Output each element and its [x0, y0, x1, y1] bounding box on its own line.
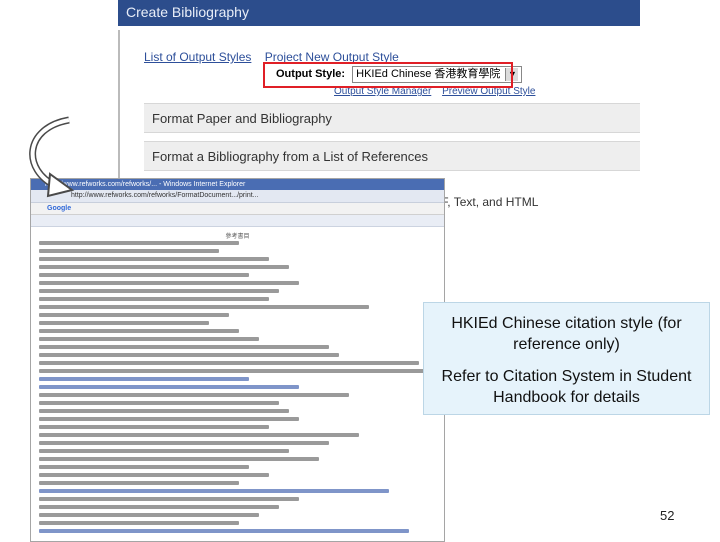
reference-line	[39, 425, 269, 429]
callout-line-4: Handbook for details	[493, 389, 640, 406]
reference-line	[39, 305, 369, 309]
reference-line	[39, 409, 289, 413]
reference-line	[39, 313, 229, 317]
reference-line	[39, 345, 329, 349]
ie-browser-screenshot: http://www.refworks.com/refworks/... - W…	[30, 178, 445, 542]
reference-line	[39, 401, 279, 405]
refworks-header: Create Bibliography	[118, 0, 640, 26]
bibliography-doc-title: 參考書目	[225, 234, 250, 240]
ie-tab-bar	[31, 215, 444, 227]
reference-line	[39, 241, 239, 245]
reference-line	[39, 361, 419, 365]
reference-line	[39, 481, 239, 485]
panel-format-list[interactable]: Format a Bibliography from a List of Ref…	[144, 141, 640, 171]
reference-line	[39, 321, 209, 325]
reference-line	[39, 473, 269, 477]
reference-line	[39, 329, 239, 333]
callout-line-1: HKIEd Chinese citation style (for	[451, 315, 682, 332]
ie-address-bar[interactable]: http://www.refworks.com/refworks/FormatD…	[31, 190, 444, 203]
refworks-header-title: Create Bibliography	[126, 4, 249, 20]
bibliography-document: 參考書目	[31, 227, 444, 541]
reference-line	[39, 265, 289, 269]
ie-title-bar: http://www.refworks.com/refworks/... - W…	[31, 179, 444, 190]
reference-line	[39, 497, 299, 501]
reference-line	[39, 377, 249, 381]
reference-line	[39, 281, 299, 285]
callout-line-2: reference only)	[513, 336, 620, 353]
reference-line	[39, 289, 279, 293]
ie-google-toolbar: Google	[31, 203, 444, 215]
reference-line	[39, 505, 279, 509]
reference-line	[39, 529, 409, 533]
reference-line	[39, 457, 319, 461]
google-logo: Google	[47, 205, 72, 212]
curved-arrow-icon	[29, 116, 75, 198]
reference-line	[39, 257, 269, 261]
reference-line	[39, 441, 329, 445]
callout-line-3: Refer to Citation System in Student	[441, 368, 692, 385]
reference-line	[39, 433, 359, 437]
reference-line	[39, 273, 249, 277]
slide-number: 52	[660, 508, 675, 523]
citation-style-callout: HKIEd Chinese citation style (for refere…	[423, 302, 710, 415]
reference-line	[39, 385, 299, 389]
reference-line	[39, 393, 349, 397]
panel-format-list-label: Format a Bibliography from a List of Ref…	[152, 149, 429, 164]
reference-line	[39, 417, 299, 421]
panel-format-paper-label: Format Paper and Bibliography	[152, 111, 332, 126]
reference-line	[39, 337, 259, 341]
reference-line	[39, 353, 339, 357]
reference-line	[39, 489, 389, 493]
reference-line	[39, 369, 434, 373]
reference-line	[39, 465, 249, 469]
reference-line	[39, 249, 219, 253]
output-style-highlight-box	[263, 62, 513, 88]
reference-line	[39, 521, 239, 525]
reference-line	[39, 297, 269, 301]
reference-line	[39, 449, 289, 453]
tab-list-output-styles[interactable]: List of Output Styles	[144, 50, 251, 64]
reference-line	[39, 513, 259, 517]
panel-format-paper[interactable]: Format Paper and Bibliography	[144, 103, 640, 133]
